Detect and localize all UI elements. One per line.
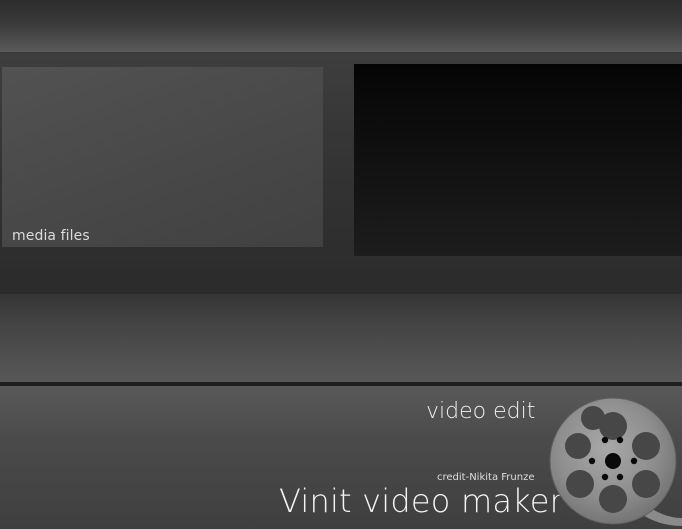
- app-window: media files video edit credit-Nikita Fru…: [0, 0, 682, 529]
- video-preview-panel[interactable]: [354, 64, 682, 256]
- timeline-band: [0, 294, 682, 382]
- film-reel-icon: [548, 396, 682, 526]
- top-bar: [0, 0, 682, 52]
- media-files-tile[interactable]: media files: [2, 67, 323, 247]
- app-title: Vinit video maker: [279, 482, 563, 520]
- video-edit-button[interactable]: video edit: [426, 397, 535, 427]
- media-files-label: media files: [12, 228, 90, 244]
